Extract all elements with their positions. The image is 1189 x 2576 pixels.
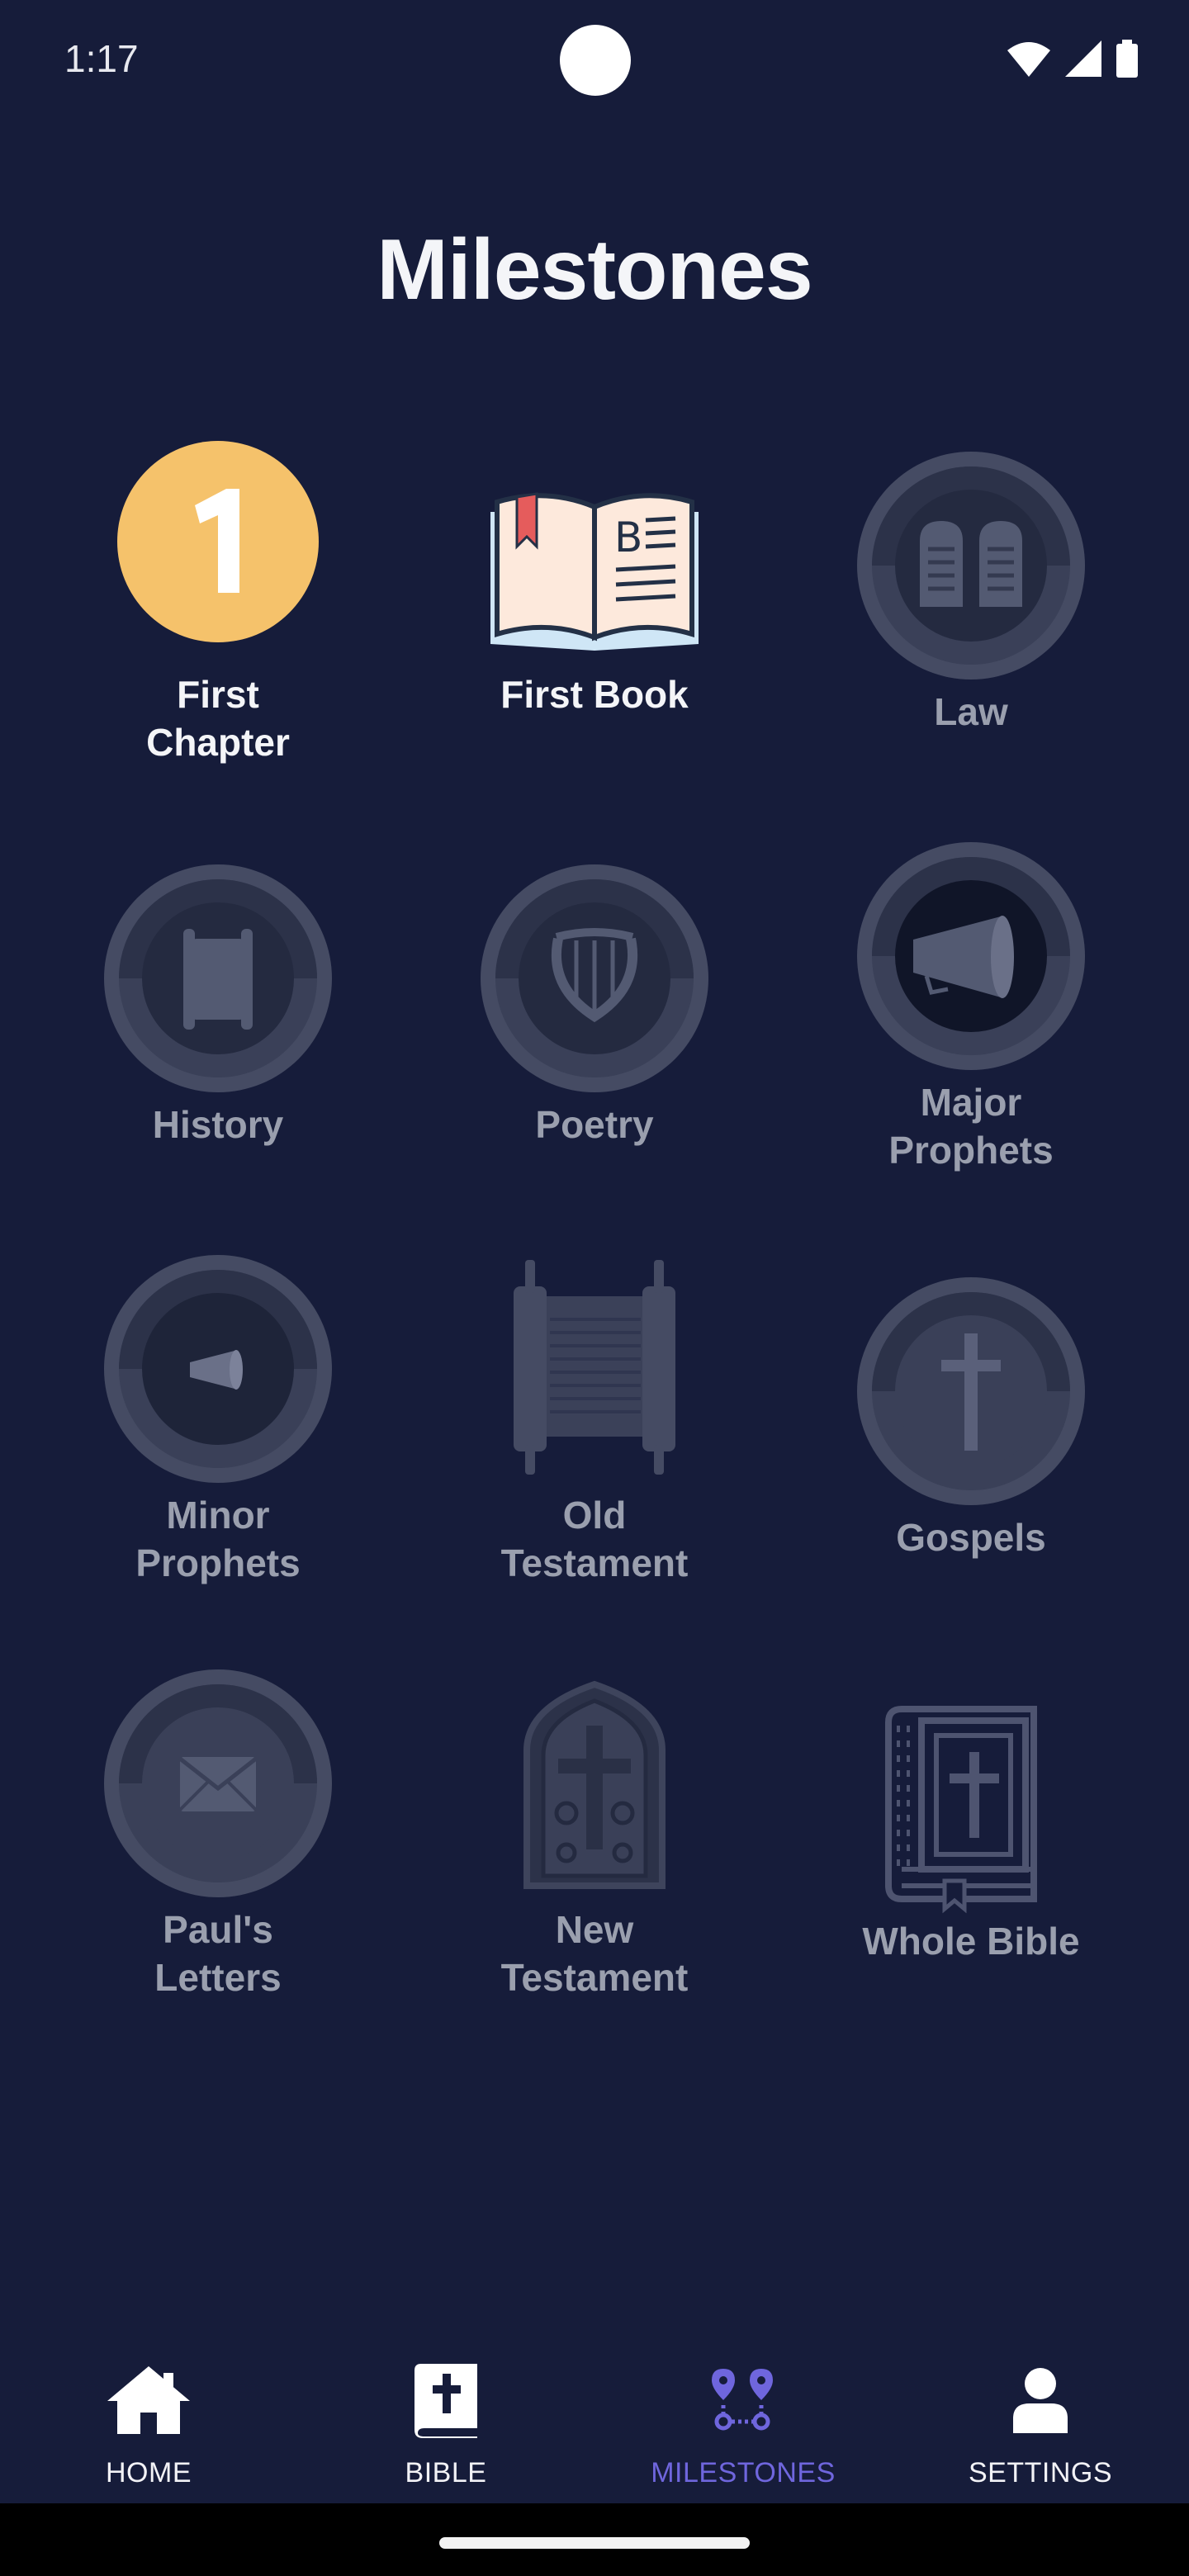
milestone-label: Paul's Letters — [154, 1908, 282, 1999]
stone-tablets-icon — [857, 452, 1085, 680]
envelope-icon — [104, 1669, 332, 1897]
milestone-label: New Testament — [500, 1908, 689, 1999]
milestone-first-book[interactable]: B First Book — [413, 454, 776, 718]
bottom-navigation: HOME BIBLE MILESTONES SETTINGS — [0, 2328, 1189, 2502]
milestone-history[interactable]: History — [36, 863, 400, 1148]
home-icon — [103, 2355, 194, 2446]
scroll-icon — [104, 864, 332, 1092]
svg-text:B: B — [614, 514, 642, 561]
nav-item-home[interactable]: HOME — [0, 2328, 297, 2502]
small-megaphone-icon — [104, 1255, 332, 1483]
milestone-new-testament[interactable]: New Testament — [413, 1668, 776, 2001]
milestone-old-testament[interactable]: Old Testament — [413, 1253, 776, 1587]
milestone-minor-prophets[interactable]: Minor Prophets — [36, 1253, 400, 1587]
milestone-gospels[interactable]: Gospels — [789, 1276, 1153, 1561]
bible-book-icon — [885, 1706, 1037, 1914]
nav-item-milestones[interactable]: MILESTONES — [594, 2328, 892, 2502]
nav-label: BIBLE — [405, 2457, 487, 2488]
nav-item-bible[interactable]: BIBLE — [297, 2328, 594, 2502]
milestone-major-prophets[interactable]: Major Prophets — [789, 841, 1153, 1174]
milestone-label: Poetry — [535, 1103, 654, 1146]
milestone-label: Gospels — [896, 1516, 1046, 1559]
cross-icon — [857, 1277, 1085, 1505]
milestone-label: Old Testament — [500, 1494, 689, 1584]
nav-label: MILESTONES — [651, 2457, 836, 2488]
nav-item-settings[interactable]: SETTINGS — [892, 2328, 1189, 2502]
nav-label: SETTINGS — [968, 2457, 1113, 2488]
milestone-first-chapter[interactable]: First Chapter — [36, 429, 400, 766]
milestone-law[interactable]: Law — [789, 450, 1153, 736]
milestone-pauls-letters[interactable]: Paul's Letters — [36, 1668, 400, 2001]
stained-glass-window-icon — [523, 1680, 666, 1889]
number-one-badge — [117, 441, 319, 642]
milestone-label: Major Prophets — [888, 1081, 1054, 1172]
bible-icon — [400, 2355, 491, 2446]
lyre-icon — [481, 864, 708, 1092]
milestone-label: History — [152, 1103, 284, 1146]
milestone-poetry[interactable]: Poetry — [413, 863, 776, 1148]
milestone-label: Minor Prophets — [135, 1494, 301, 1584]
route-pins-icon — [698, 2355, 789, 2446]
torah-scroll-icon — [514, 1260, 675, 1475]
megaphone-icon — [857, 842, 1085, 1070]
milestone-label: Whole Bible — [862, 1920, 1080, 1963]
open-book-icon: B — [490, 492, 699, 651]
milestones-grid: First Chapter B First Book Law History P… — [0, 0, 1189, 2147]
nav-label: HOME — [106, 2457, 192, 2488]
milestone-label: First Chapter — [146, 673, 290, 764]
person-icon — [995, 2355, 1086, 2446]
system-navigation-bar — [0, 2503, 1189, 2576]
milestone-whole-bible[interactable]: Whole Bible — [789, 1693, 1153, 1965]
home-indicator[interactable] — [439, 2537, 750, 2549]
milestone-label: Law — [934, 690, 1008, 733]
